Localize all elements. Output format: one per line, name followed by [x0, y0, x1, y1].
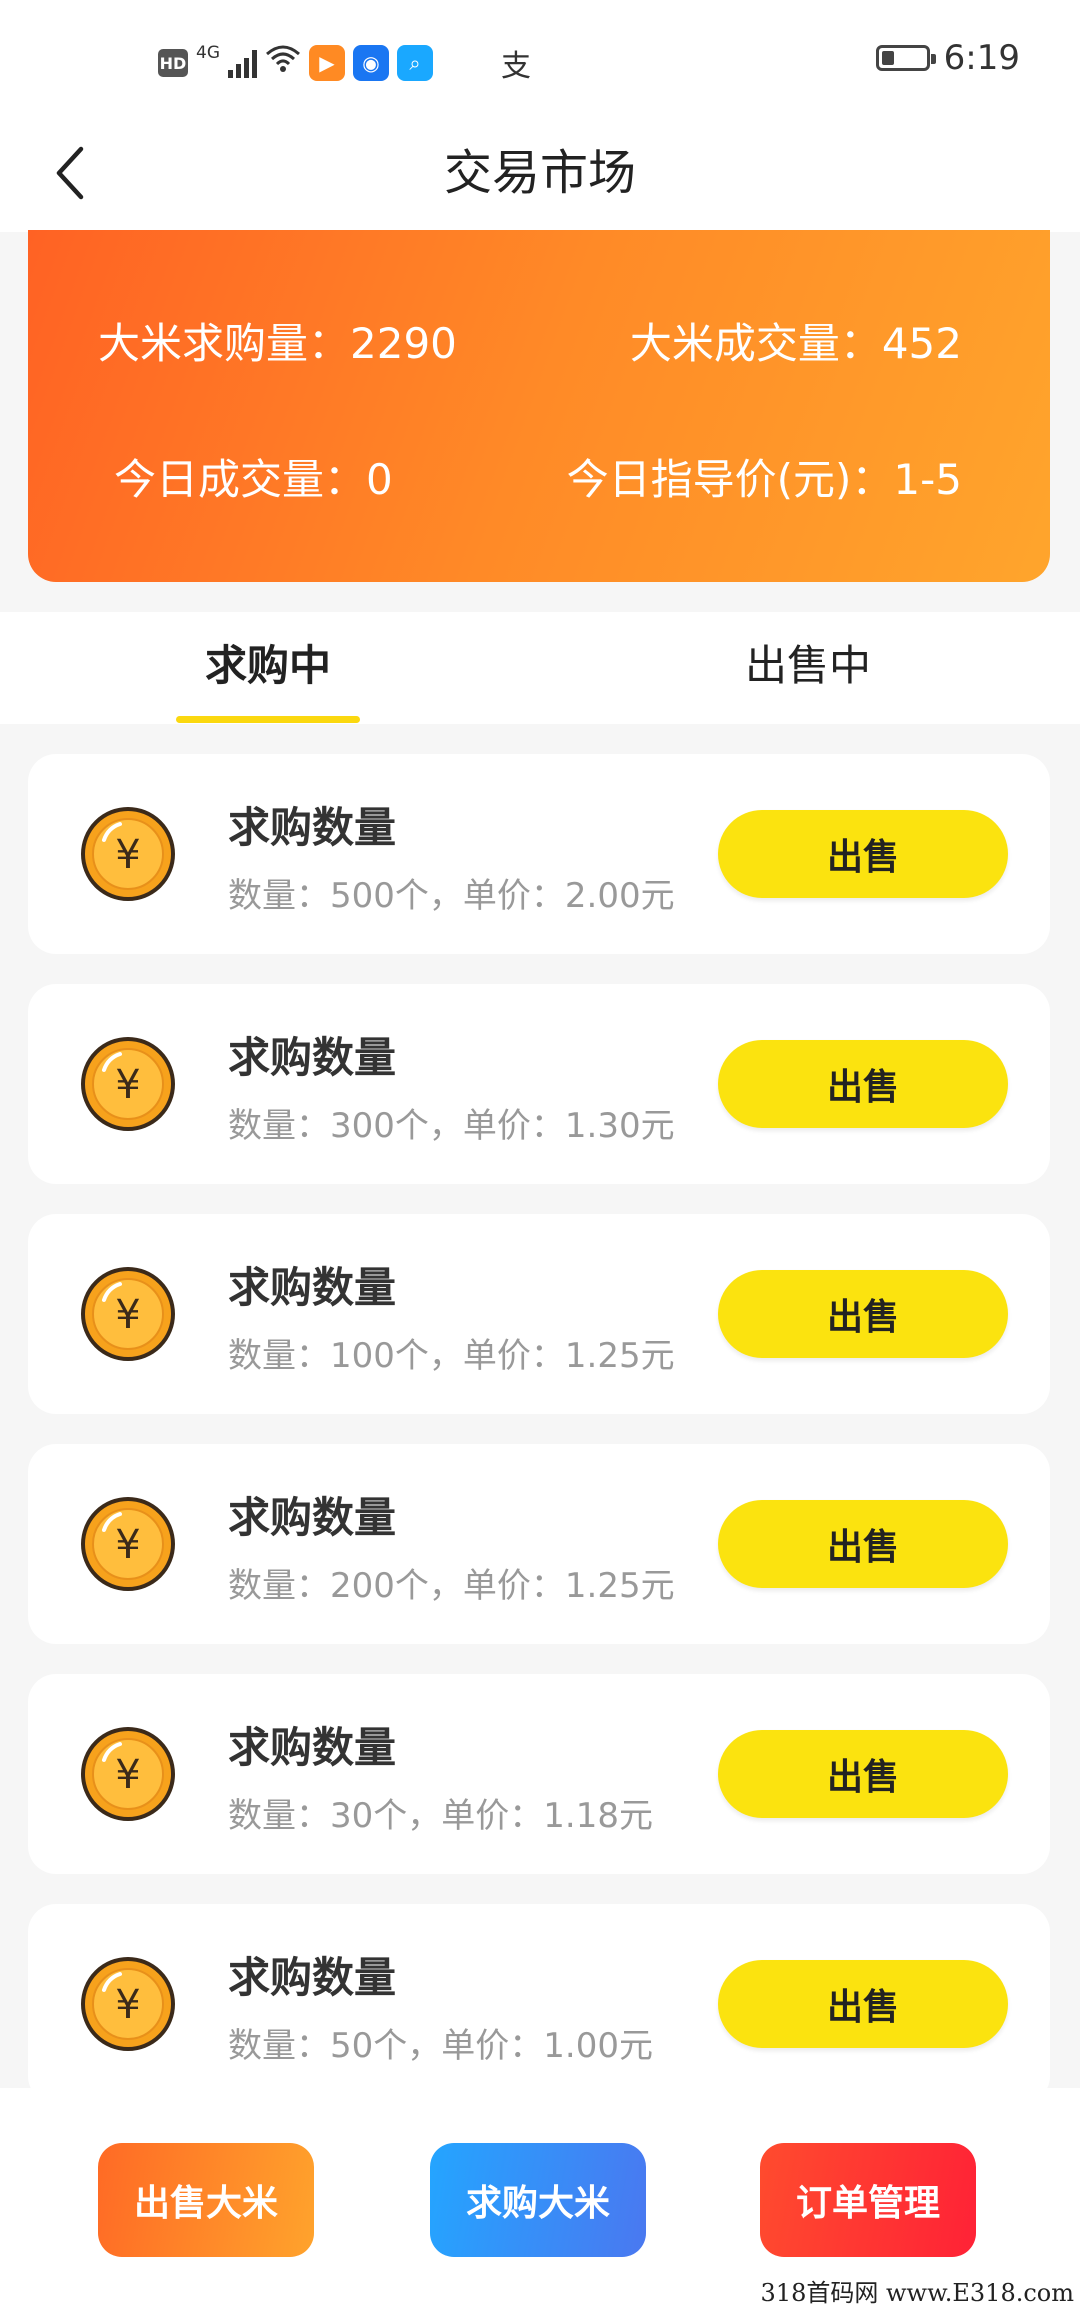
market-stats-card: 大米求购量：2290 大米成交量：452 今日成交量：0 今日指导价(元)：1-… — [28, 230, 1050, 582]
order-card: ¥ 求购数量 数量：50个，单价：1.00元 出售 — [28, 1904, 1050, 2104]
page-title: 交易市场 — [443, 145, 636, 201]
today-volume-stat: 今日成交量：0 — [114, 455, 393, 504]
yuan-coin-icon: ¥ — [81, 1497, 175, 1591]
order-card: ¥ 求购数量 数量：200个，单价：1.25元 出售 — [28, 1444, 1050, 1644]
alipay-icon: 支 — [501, 49, 531, 84]
order-title: 求购数量 — [228, 1033, 397, 1082]
svg-text:¥: ¥ — [115, 1522, 140, 1568]
svg-text:¥: ¥ — [115, 832, 140, 878]
rice-demand-stat: 大米求购量：2290 — [98, 319, 457, 368]
status-icons: HD 4G ▶ ◉ ⌕ 支 — [158, 40, 531, 86]
today-price-stat: 今日指导价(元)：1-5 — [566, 455, 962, 504]
rice-volume-stat: 大米成交量：452 — [629, 319, 962, 368]
wifi-icon — [265, 44, 301, 82]
tab-selling[interactable]: 出售中 — [628, 636, 988, 696]
status-right: 6:19 — [875, 38, 1020, 78]
bulb-app-icon: ◉ — [353, 45, 389, 81]
network-type: 4G — [196, 43, 220, 63]
hd-badge: HD — [158, 49, 188, 77]
sell-button[interactable]: 出售 — [718, 1730, 1008, 1818]
yuan-coin-icon: ¥ — [81, 1037, 175, 1131]
order-detail: 数量：500个，单价：2.00元 — [228, 876, 675, 916]
nav-bar: 交易市场 — [0, 120, 1080, 232]
yuan-coin-icon: ¥ — [81, 1267, 175, 1361]
sell-button[interactable]: 出售 — [718, 1040, 1008, 1128]
svg-text:¥: ¥ — [115, 1752, 140, 1798]
watermark: 318首码网 www.E318.com — [760, 2279, 1074, 2307]
tab-buying[interactable]: 求购中 — [88, 636, 448, 696]
yuan-coin-icon: ¥ — [81, 1957, 175, 2051]
order-title: 求购数量 — [228, 803, 397, 852]
sell-rice-button[interactable]: 出售大米 — [98, 2143, 314, 2257]
yuan-coin-icon: ¥ — [81, 807, 175, 901]
svg-text:¥: ¥ — [115, 1062, 140, 1108]
sell-button[interactable]: 出售 — [718, 1960, 1008, 2048]
order-title: 求购数量 — [228, 1953, 397, 2002]
tab-bar: 求购中 出售中 — [0, 612, 1080, 724]
order-title: 求购数量 — [228, 1263, 397, 1312]
order-detail: 数量：50个，单价：1.00元 — [228, 2026, 653, 2066]
order-detail: 数量：30个，单价：1.18元 — [228, 1796, 653, 1836]
yuan-coin-icon: ¥ — [81, 1727, 175, 1821]
sell-button[interactable]: 出售 — [718, 810, 1008, 898]
active-tab-indicator — [176, 716, 360, 723]
video-app-icon: ▶ — [309, 45, 345, 81]
signal-icon — [228, 48, 257, 78]
buy-rice-button[interactable]: 求购大米 — [430, 2143, 646, 2257]
order-card: ¥ 求购数量 数量：100个，单价：1.25元 出售 — [28, 1214, 1050, 1414]
sell-button[interactable]: 出售 — [718, 1270, 1008, 1358]
order-detail: 数量：200个，单价：1.25元 — [228, 1566, 675, 1606]
search-app-icon: ⌕ — [397, 45, 433, 81]
order-detail: 数量：100个，单价：1.25元 — [228, 1336, 675, 1376]
order-card: ¥ 求购数量 数量：500个，单价：2.00元 出售 — [28, 754, 1050, 954]
order-card: ¥ 求购数量 数量：300个，单价：1.30元 出售 — [28, 984, 1050, 1184]
clock: 6:19 — [943, 38, 1020, 78]
svg-text:¥: ¥ — [115, 1292, 140, 1338]
svg-text:¥: ¥ — [115, 1982, 140, 2028]
order-title: 求购数量 — [228, 1493, 397, 1542]
sell-button[interactable]: 出售 — [718, 1500, 1008, 1588]
order-card: ¥ 求购数量 数量：30个，单价：1.18元 出售 — [28, 1674, 1050, 1874]
status-bar: HD 4G ▶ ◉ ⌕ 支 6:19 — [0, 0, 1080, 120]
order-detail: 数量：300个，单价：1.30元 — [228, 1106, 675, 1146]
order-management-button[interactable]: 订单管理 — [760, 2143, 976, 2257]
order-title: 求购数量 — [228, 1723, 397, 1772]
battery-icon — [875, 45, 936, 71]
